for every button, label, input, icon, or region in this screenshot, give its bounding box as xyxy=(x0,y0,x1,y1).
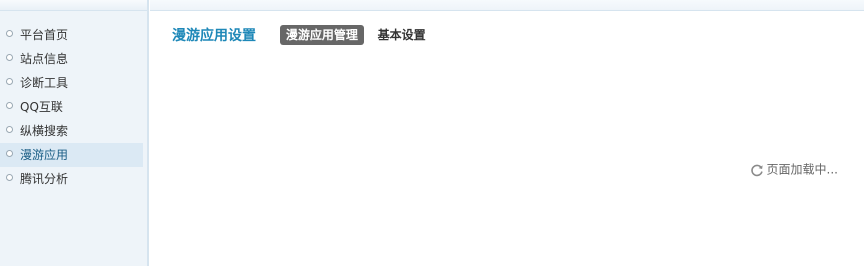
loading-text: 页面加载中... xyxy=(766,162,838,177)
sidebar-item-label: 平台首页 xyxy=(20,28,69,42)
sidebar-item-tencent-analytics[interactable]: 腾讯分析 xyxy=(0,167,143,191)
main-header-strip xyxy=(150,0,864,11)
bullet-icon xyxy=(6,126,13,133)
tab-roaming-app-management[interactable]: 漫游应用管理 xyxy=(279,25,364,45)
bullet-icon xyxy=(6,174,13,181)
tab-basic-settings[interactable]: 基本设置 xyxy=(372,25,432,45)
page-title: 漫游应用设置 xyxy=(172,28,256,44)
bullet-icon xyxy=(6,78,13,85)
sidebar-item-label: 站点信息 xyxy=(20,52,69,66)
sidebar-menu: 平台首页 站点信息 诊断工具 QQ互联 纵横搜索 漫游应用 腾讯分析 xyxy=(0,11,147,191)
main-content: 漫游应用设置 漫游应用管理 基本设置 页面加载中... xyxy=(150,0,864,266)
refresh-icon xyxy=(750,164,763,176)
bullet-icon xyxy=(6,150,13,157)
sidebar-item-label: QQ互联 xyxy=(20,100,63,114)
sidebar-item-label: 诊断工具 xyxy=(20,76,69,90)
sidebar-header-strip xyxy=(0,0,147,11)
title-row: 漫游应用设置 漫游应用管理 基本设置 xyxy=(172,25,436,47)
bullet-icon xyxy=(6,102,13,109)
sidebar-item-label: 腾讯分析 xyxy=(20,172,69,186)
sidebar-item-platform-home[interactable]: 平台首页 xyxy=(0,23,143,47)
sidebar-item-roaming-apps[interactable]: 漫游应用 xyxy=(0,143,143,167)
loading-indicator: 页面加载中... xyxy=(750,161,838,178)
bullet-icon xyxy=(6,30,13,37)
sidebar-item-diagnostic-tools[interactable]: 诊断工具 xyxy=(0,71,143,95)
sidebar-item-qq-connect[interactable]: QQ互联 xyxy=(0,95,143,119)
sidebar-item-site-info[interactable]: 站点信息 xyxy=(0,47,143,71)
sidebar: 平台首页 站点信息 诊断工具 QQ互联 纵横搜索 漫游应用 腾讯分析 xyxy=(0,0,149,266)
sidebar-item-search[interactable]: 纵横搜索 xyxy=(0,119,143,143)
sidebar-item-label: 漫游应用 xyxy=(20,148,69,162)
bullet-icon xyxy=(6,54,13,61)
sidebar-item-label: 纵横搜索 xyxy=(20,124,69,138)
